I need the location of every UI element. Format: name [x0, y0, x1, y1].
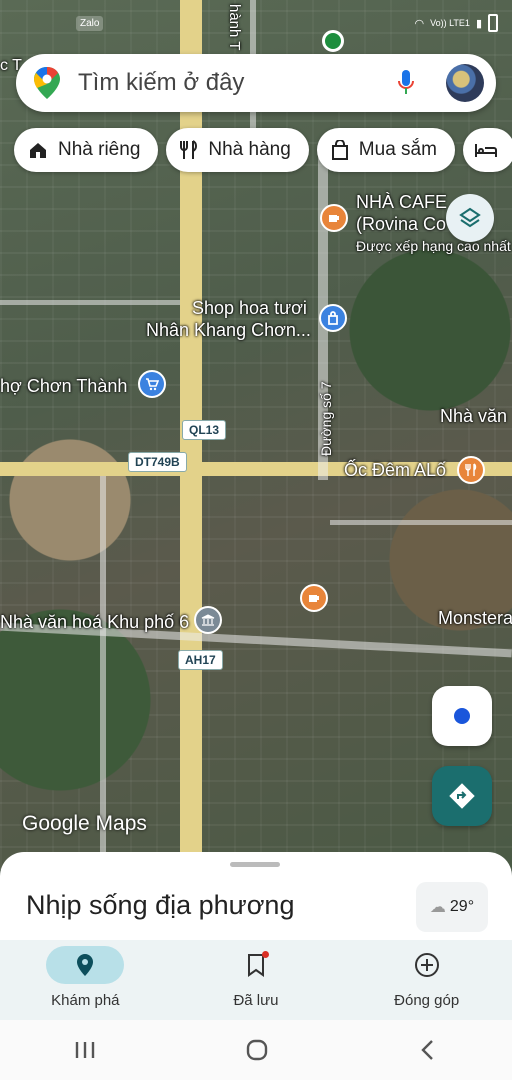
- restaurant-pin-icon[interactable]: [457, 456, 485, 484]
- google-maps-logo-icon: [34, 67, 60, 99]
- nav-dong-gop[interactable]: Đóng góp: [341, 940, 512, 1020]
- street: [330, 520, 512, 525]
- zalo-badge: Zalo: [76, 16, 104, 31]
- chip-mua-sam[interactable]: Mua sắm: [316, 128, 455, 172]
- nha-cafe-label[interactable]: (Rovina Co: [356, 214, 446, 234]
- nav-icon-pill: [46, 946, 125, 984]
- explore-pin-icon: [77, 954, 94, 976]
- nav-label: Khám phá: [51, 992, 120, 1009]
- status-bar: Zalo ◠ Vo)) LTE1 ▮: [0, 0, 512, 46]
- shop-hoa-label[interactable]: Shop hoa tươi: [192, 298, 307, 318]
- nav-icon-pill: [217, 946, 295, 984]
- dt749b-shield: DT749B: [128, 452, 187, 472]
- battery-icon: [488, 14, 498, 32]
- cart-pin-icon[interactable]: [138, 370, 166, 398]
- home-icon: [30, 143, 46, 158]
- my-location-button[interactable]: [432, 686, 492, 746]
- nav-da-luu[interactable]: Đã lưu: [171, 940, 342, 1020]
- ql13-shield: QL13: [182, 420, 227, 440]
- back-icon[interactable]: [418, 1038, 438, 1062]
- nha-cafe-rating: Được xếp hạng cao nhất: [356, 238, 511, 254]
- add-circle-icon: [414, 953, 439, 977]
- weather-chip[interactable]: ☁ 29°: [416, 882, 488, 932]
- notification-dot: [262, 951, 269, 958]
- landmark-pin-icon[interactable]: [194, 606, 222, 634]
- chip-hotel[interactable]: [462, 128, 512, 172]
- chip-label: Mua sắm: [358, 139, 437, 160]
- search-bar[interactable]: Tìm kiếm ở đây: [16, 54, 496, 112]
- signal-icon: ▮: [475, 17, 482, 30]
- cafe-pin-icon[interactable]: [300, 584, 328, 612]
- cafe-pin-icon[interactable]: [320, 204, 348, 232]
- bottom-sheet[interactable]: Nhịp sống địa phương ☁ 29°: [0, 852, 512, 942]
- layers-icon: [459, 207, 481, 228]
- chip-nha-hang[interactable]: Nhà hàng: [166, 128, 309, 172]
- street: [0, 300, 180, 305]
- oc-dem-label[interactable]: Ốc Đêm ALố: [344, 460, 446, 480]
- layers-button[interactable]: [446, 194, 494, 242]
- wifi-icon: ◠: [414, 17, 425, 30]
- google-maps-watermark: Google Maps: [22, 812, 147, 835]
- monstera-label[interactable]: Monstera: [438, 608, 512, 628]
- recent-apps-icon[interactable]: [74, 1040, 96, 1060]
- directions-button[interactable]: [432, 766, 492, 826]
- street: [100, 476, 106, 856]
- ah17-shield: AH17: [178, 650, 223, 670]
- sheet-title: Nhịp sống địa phương: [26, 890, 295, 920]
- search-input[interactable]: Tìm kiếm ở đây: [78, 69, 394, 97]
- location-pin-icon[interactable]: [322, 30, 344, 52]
- nav-label: Đã lưu: [233, 992, 279, 1009]
- nav-kham-pha[interactable]: Khám phá: [0, 940, 171, 1020]
- cho-label[interactable]: hợ Chơn Thành: [0, 376, 127, 396]
- nav-label: Đóng góp: [394, 992, 460, 1009]
- home-button-icon[interactable]: [245, 1038, 269, 1062]
- cloud-icon: ☁: [429, 899, 446, 916]
- nha-cafe-label[interactable]: NHÀ CAFE: [356, 192, 447, 212]
- system-navigation-bar: [0, 1020, 512, 1080]
- nav-icon-pill: [388, 946, 466, 984]
- chip-label: Nhà riêng: [58, 139, 141, 160]
- drag-handle[interactable]: [230, 862, 280, 867]
- status-icons: ◠ Vo)) LTE1 ▮: [414, 14, 498, 32]
- shopping-bag-icon: [331, 140, 348, 160]
- duong-so-7-label: Đường số 7: [318, 381, 334, 456]
- category-chips: Nhà riêng Nhà hàng Mua sắm: [14, 128, 512, 172]
- temperature: 29°: [449, 898, 475, 915]
- hotel-icon: [474, 144, 497, 157]
- shop-hoa-label[interactable]: Nhân Khang Chơn...: [146, 320, 311, 340]
- network-text: Vo)) LTE1: [430, 18, 470, 28]
- directions-icon: [449, 783, 475, 809]
- nha-van-hoa-label[interactable]: Nhà văn hoá Khu phố 6: [0, 612, 189, 632]
- restaurant-icon: [180, 140, 198, 159]
- microphone-icon[interactable]: [394, 68, 418, 98]
- nha-van-label[interactable]: Nhà văn: [440, 406, 507, 426]
- chip-label: Nhà hàng: [208, 139, 291, 160]
- location-dot-icon: [454, 708, 470, 724]
- bottom-navigation: Khám phá Đã lưu Đóng góp: [0, 940, 512, 1020]
- avatar[interactable]: [446, 64, 484, 102]
- chip-nha-rieng[interactable]: Nhà riêng: [14, 128, 159, 172]
- shop-pin-icon[interactable]: [319, 304, 347, 332]
